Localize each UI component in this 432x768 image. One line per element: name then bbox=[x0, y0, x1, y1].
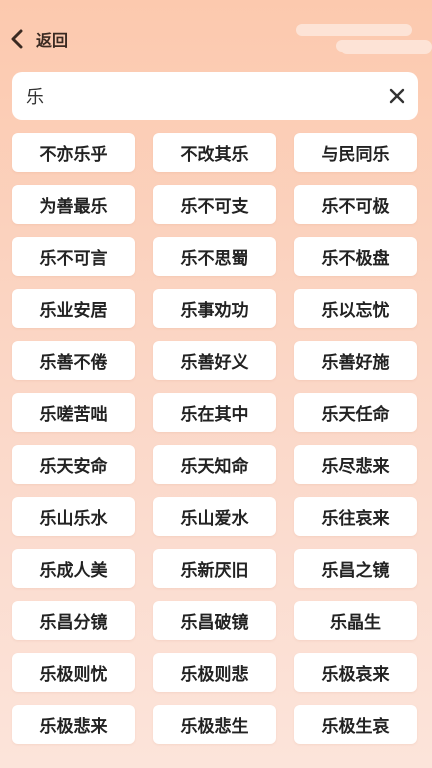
idiom-item[interactable]: 与民同乐 bbox=[294, 133, 417, 172]
decorative-cloud bbox=[336, 40, 372, 52]
idiom-item[interactable]: 乐业安居 bbox=[12, 289, 135, 328]
idiom-item[interactable]: 乐不可支 bbox=[153, 185, 276, 224]
idiom-item[interactable]: 乐昌之镜 bbox=[294, 549, 417, 588]
idiom-item[interactable]: 乐不思蜀 bbox=[153, 237, 276, 276]
back-button[interactable]: 返回 bbox=[10, 26, 68, 52]
idiom-item[interactable]: 乐天安命 bbox=[12, 445, 135, 484]
idiom-item[interactable]: 乐极则忧 bbox=[12, 653, 135, 692]
decorative-cloud bbox=[296, 24, 412, 36]
idiom-item[interactable]: 不改其乐 bbox=[153, 133, 276, 172]
idiom-item[interactable]: 乐晶生 bbox=[294, 601, 417, 640]
idiom-item[interactable]: 乐极悲生 bbox=[153, 705, 276, 744]
idiom-item[interactable]: 乐嗟苦咄 bbox=[12, 393, 135, 432]
idiom-item[interactable]: 乐以忘忧 bbox=[294, 289, 417, 328]
idiom-item[interactable]: 乐天任命 bbox=[294, 393, 417, 432]
idiom-item[interactable]: 乐山乐水 bbox=[12, 497, 135, 536]
idiom-item[interactable]: 乐新厌旧 bbox=[153, 549, 276, 588]
idiom-item[interactable]: 乐山爱水 bbox=[153, 497, 276, 536]
idiom-grid: 不亦乐乎 不改其乐 与民同乐 为善最乐 乐不可支 乐不可极 乐不可言 乐不思蜀 … bbox=[12, 133, 418, 744]
idiom-item[interactable]: 不亦乐乎 bbox=[12, 133, 135, 172]
idiom-item[interactable]: 为善最乐 bbox=[12, 185, 135, 224]
idiom-item[interactable]: 乐极则悲 bbox=[153, 653, 276, 692]
chevron-left-icon bbox=[10, 27, 30, 51]
idiom-item[interactable]: 乐不极盘 bbox=[294, 237, 417, 276]
idiom-item[interactable]: 乐尽悲来 bbox=[294, 445, 417, 484]
search-box bbox=[12, 71, 418, 121]
idiom-item[interactable]: 乐善不倦 bbox=[12, 341, 135, 380]
search-input[interactable] bbox=[12, 71, 382, 121]
idiom-item[interactable]: 乐昌分镜 bbox=[12, 601, 135, 640]
idiom-item[interactable]: 乐在其中 bbox=[153, 393, 276, 432]
idiom-item[interactable]: 乐不可极 bbox=[294, 185, 417, 224]
idiom-item[interactable]: 乐往哀来 bbox=[294, 497, 417, 536]
idiom-item[interactable]: 乐极悲来 bbox=[12, 705, 135, 744]
back-label: 返回 bbox=[36, 31, 69, 50]
idiom-item[interactable]: 乐极生哀 bbox=[294, 705, 417, 744]
idiom-item[interactable]: 乐成人美 bbox=[12, 549, 135, 588]
idiom-item[interactable]: 乐善好施 bbox=[294, 341, 417, 380]
idiom-item[interactable]: 乐昌破镜 bbox=[153, 601, 276, 640]
idiom-item[interactable]: 乐事劝功 bbox=[153, 289, 276, 328]
close-icon[interactable] bbox=[382, 81, 412, 111]
idiom-item[interactable]: 乐不可言 bbox=[12, 237, 135, 276]
idiom-item[interactable]: 乐天知命 bbox=[153, 445, 276, 484]
idiom-item[interactable]: 乐善好义 bbox=[153, 341, 276, 380]
idiom-item[interactable]: 乐极哀来 bbox=[294, 653, 417, 692]
